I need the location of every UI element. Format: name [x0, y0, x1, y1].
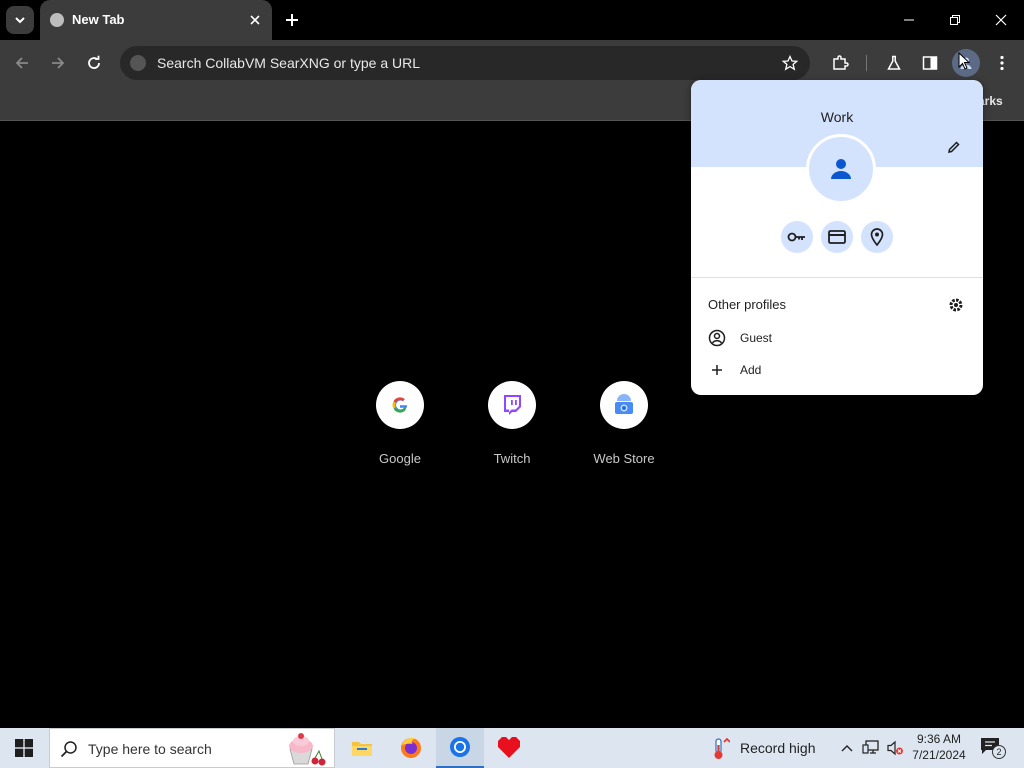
passwords-button[interactable] — [781, 221, 813, 253]
shortcut-tile — [600, 381, 648, 429]
new-tab-button[interactable] — [280, 8, 304, 32]
person-icon — [831, 159, 851, 179]
shortcut-label: Twitch — [493, 451, 531, 466]
puzzle-icon — [833, 55, 849, 70]
tab-search-button[interactable] — [6, 6, 34, 34]
forward-button[interactable] — [44, 49, 72, 77]
tab-strip: New Tab — [0, 0, 1024, 40]
start-button[interactable] — [0, 728, 48, 768]
plus-icon — [708, 361, 726, 379]
plus-icon — [286, 14, 298, 26]
extensions-button[interactable] — [826, 49, 854, 77]
minimize-icon — [904, 19, 914, 21]
thermometer-icon — [714, 738, 730, 759]
network-tray-button[interactable] — [862, 740, 880, 756]
menu-button[interactable] — [988, 49, 1016, 77]
close-icon — [995, 14, 1007, 26]
weather-text[interactable]: Record high — [740, 740, 816, 756]
reload-button[interactable] — [80, 49, 108, 77]
tab-close-button[interactable] — [246, 11, 264, 29]
reload-icon — [88, 55, 100, 69]
search-engine-icon — [130, 55, 146, 71]
taskbar-file-explorer[interactable] — [338, 728, 386, 768]
taskbar-clock[interactable]: 9:36 AM 7/21/2024 — [906, 731, 972, 763]
chrome-icon — [450, 737, 470, 757]
add-profile-item[interactable]: Add — [691, 356, 983, 384]
kebab-menu-icon — [1000, 55, 1004, 71]
arrow-left-icon — [15, 57, 28, 69]
search-highlight-cupcake-icon — [289, 733, 326, 766]
credit-card-icon — [828, 230, 846, 244]
pixel-heart-icon — [498, 737, 520, 758]
notification-count-badge: 2 — [992, 745, 1006, 759]
mouse-cursor-icon — [958, 52, 970, 70]
back-button[interactable] — [8, 49, 36, 77]
key-icon — [787, 232, 805, 242]
restore-icon — [950, 15, 960, 25]
pencil-icon — [948, 141, 960, 153]
shortcut-tile — [488, 381, 536, 429]
windows-taskbar: Type here to search Record high 9:36 AM … — [0, 728, 1024, 768]
new-tab-favicon-icon — [50, 13, 64, 27]
omnibox[interactable]: Search CollabVM SearXNG or type a URL — [120, 46, 810, 80]
minimize-button[interactable] — [892, 6, 926, 34]
labs-button[interactable] — [880, 49, 908, 77]
omnibox-placeholder: Search CollabVM SearXNG or type a URL — [157, 55, 420, 71]
notification-center-button[interactable]: 2 — [980, 737, 1006, 759]
clock-time: 9:36 AM — [916, 732, 962, 746]
shortcut-label: Web Store — [593, 451, 655, 466]
speaker-muted-icon — [887, 740, 903, 756]
tab-new-tab[interactable]: New Tab — [40, 0, 272, 40]
other-profiles-heading: Other profiles — [708, 297, 787, 312]
taskbar-search-placeholder: Type here to search — [88, 741, 212, 757]
flask-icon — [887, 55, 901, 70]
popup-divider — [691, 277, 983, 278]
twitch-logo-icon — [504, 395, 521, 415]
profile-avatar — [806, 134, 876, 204]
side-panel-icon — [922, 56, 938, 70]
shortcut-tile — [376, 381, 424, 429]
volume-tray-button[interactable] — [886, 740, 904, 756]
network-icon — [862, 740, 879, 754]
taskbar-search-box[interactable]: Type here to search — [49, 728, 335, 768]
gear-icon — [949, 298, 963, 312]
payment-methods-button[interactable] — [821, 221, 853, 253]
guest-person-icon — [708, 329, 726, 347]
taskbar-firefox[interactable] — [387, 728, 435, 768]
taskbar-chrome[interactable] — [436, 728, 484, 768]
profile-menu-popup: Work Other profiles Guest Add — [691, 80, 983, 395]
folder-icon — [352, 742, 372, 756]
shortcut-web-store[interactable]: Web Store — [576, 381, 672, 466]
shortcut-label: Google — [379, 451, 421, 466]
shortcut-twitch[interactable]: Twitch — [464, 381, 560, 466]
add-profile-label: Add — [740, 363, 762, 377]
location-pin-icon — [870, 228, 884, 246]
guest-label: Guest — [740, 331, 773, 345]
taskbar-heart-app[interactable] — [485, 728, 533, 768]
shortcut-google[interactable]: Google — [352, 381, 448, 466]
web-store-icon — [615, 394, 633, 414]
show-hidden-icons-button[interactable] — [838, 740, 856, 756]
chevron-up-icon — [841, 745, 853, 752]
chevron-down-icon — [15, 17, 25, 24]
side-panel-button[interactable] — [916, 49, 944, 77]
addresses-button[interactable] — [861, 221, 893, 253]
tab-title: New Tab — [72, 12, 125, 27]
close-icon — [250, 15, 260, 25]
arrow-right-icon — [52, 57, 65, 69]
clock-date: 7/21/2024 — [912, 748, 966, 762]
star-icon — [782, 55, 798, 71]
toolbar-separator — [866, 55, 867, 71]
bookmark-star-button[interactable] — [780, 53, 800, 73]
guest-profile-item[interactable]: Guest — [691, 324, 983, 352]
google-logo-icon — [392, 397, 408, 413]
manage-profiles-button[interactable] — [947, 296, 965, 314]
search-icon — [60, 741, 77, 758]
windows-logo-icon — [15, 739, 33, 757]
edit-profile-button[interactable] — [945, 138, 963, 156]
restore-button[interactable] — [938, 6, 972, 34]
profile-name: Work — [820, 109, 854, 125]
firefox-icon — [401, 737, 421, 758]
close-window-button[interactable] — [984, 6, 1018, 34]
